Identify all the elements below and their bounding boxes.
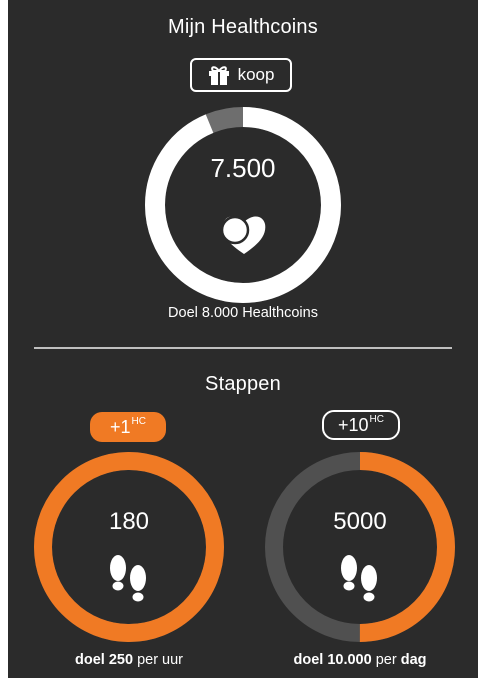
hourly-goal-number: 250	[108, 652, 134, 668]
daily-ring-graphic	[265, 452, 455, 642]
daily-goal-prefix: doel 10.000	[293, 652, 372, 668]
buy-button[interactable]: koop	[190, 58, 292, 92]
healthcoins-ring-progress	[145, 107, 341, 303]
daily-badge-unit: HC	[369, 413, 384, 425]
healthcoins-panel: Mijn Healthcoins koop 7.500 Doel 8.000 H…	[8, 0, 478, 678]
hourly-steps-value: 180	[108, 508, 150, 535]
healthcoins-ring-graphic	[145, 107, 341, 303]
hourly-steps-ring: 180	[32, 450, 226, 644]
hourly-badge-unit: HC	[131, 415, 146, 427]
hourly-goal-prefix: doel	[74, 652, 105, 668]
healthcoins-goal: Doel 8.000 Healthcoins	[168, 305, 318, 321]
hourly-badge-value: +1	[110, 416, 131, 437]
gift-icon	[208, 66, 229, 85]
steps-title: Stappen	[205, 373, 281, 395]
hourly-ring-graphic	[34, 452, 224, 642]
daily-goal: doel 10.000 per dag	[263, 652, 457, 668]
footprints-icon	[110, 555, 146, 602]
section-divider	[34, 347, 452, 349]
footprints-icon	[341, 555, 377, 602]
daily-reward-badge[interactable]: +10 HC	[322, 410, 400, 440]
daily-goal-suffix: dag	[400, 652, 427, 668]
daily-goal-middle: per	[375, 652, 397, 668]
healthcoins-ring: 7.500	[143, 105, 343, 305]
hourly-reward-badge[interactable]: +1 HC	[90, 412, 166, 442]
healthcoins-title: Mijn Healthcoins	[168, 16, 318, 38]
buy-button-label: koop	[237, 65, 275, 84]
hourly-goal-suffix: per uur	[137, 652, 184, 668]
daily-steps-ring: 5000	[263, 450, 457, 644]
daily-badge-value: +10	[338, 414, 369, 435]
heart-coin-icon	[220, 215, 266, 254]
hourly-goal: doel 250 per uur	[32, 652, 226, 668]
daily-steps-value: 5000	[333, 508, 387, 535]
healthcoins-value: 7.500	[210, 153, 276, 183]
